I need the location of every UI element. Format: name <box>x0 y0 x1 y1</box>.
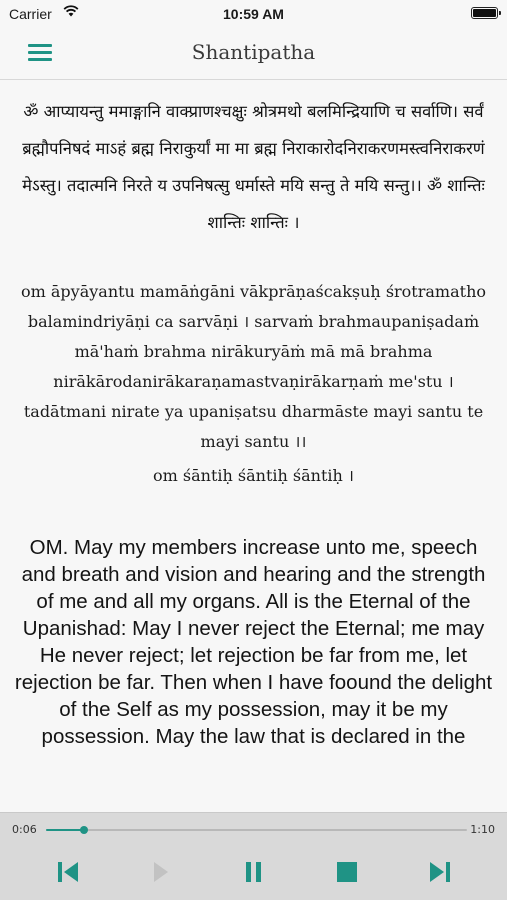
total-time: 1:10 <box>470 823 495 836</box>
previous-track-icon[interactable] <box>53 857 83 887</box>
battery-icon <box>471 7 501 19</box>
page-title: Shantipatha <box>191 40 316 64</box>
transliteration-shanti: om śāntiḥ śāntiḥ śāntiḥ । <box>153 466 354 485</box>
progress-slider[interactable] <box>46 826 467 834</box>
transliteration-verse: om āpyāyantu mamāṅgāni vākprāṇaścakṣuḥ ś… <box>20 282 486 451</box>
elapsed-time: 0:06 <box>12 823 37 836</box>
play-icon[interactable] <box>145 857 175 887</box>
status-time: 10:59 AM <box>223 6 284 22</box>
transliteration-text: om āpyāyantu mamāṅgāni vākprāṇaścakṣuḥ ś… <box>14 277 493 491</box>
english-translation: OM. May my members increase unto me, spe… <box>14 536 493 748</box>
next-track-icon[interactable] <box>425 857 455 887</box>
playback-controls <box>0 857 507 891</box>
stop-icon[interactable] <box>332 857 362 887</box>
progress-thumb[interactable] <box>79 826 88 834</box>
sanskrit-text: ॐ आप्यायन्तु ममाङ्गानि वाक्प्राणश्चक्षुः… <box>22 102 485 232</box>
scripture-text-view[interactable]: ॐ आप्यायन्तु ममाङ्गानि वाक्प्राणश्चक्षुः… <box>0 81 507 812</box>
status-bar: Carrier 10:59 AM <box>0 0 507 28</box>
navigation-bar: Shantipatha <box>0 28 507 80</box>
progress-fill <box>46 829 84 831</box>
pause-icon[interactable] <box>239 857 269 887</box>
audio-player: 0:06 1:10 <box>0 812 507 900</box>
